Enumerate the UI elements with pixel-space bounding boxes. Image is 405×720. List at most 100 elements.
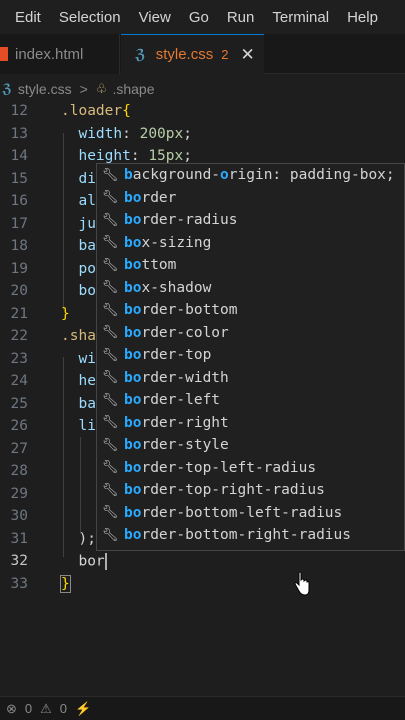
wrench-icon: 🔧︎ <box>101 257 119 273</box>
breadcrumb-file[interactable]: style.css <box>18 81 72 97</box>
match-text: bo <box>124 527 142 544</box>
suggestion-text: rder-radius <box>141 212 238 229</box>
tab-style-css[interactable]: ℨ style.css 2 ✕ <box>121 34 264 74</box>
menu-selection[interactable]: Selection <box>59 9 121 26</box>
wrench-icon: 🔧︎ <box>101 167 119 183</box>
match-text: b <box>124 167 133 184</box>
suggestion-item[interactable]: 🔧︎ bo ttom <box>97 254 404 277</box>
menu-edit[interactable]: Edit <box>15 9 41 26</box>
html-file-icon <box>0 47 8 61</box>
code-line: 33} <box>0 573 405 596</box>
suggestion-item[interactable]: 🔧︎ bo rder-top-right-radius <box>97 479 404 502</box>
menu-go[interactable]: Go <box>189 9 209 26</box>
text-cursor <box>104 552 107 570</box>
suggestion-item[interactable]: 🔧︎ bo rder-color <box>97 322 404 345</box>
autocomplete-suggestions[interactable]: 🔧︎ b ackground-o rigin: padding-box; 🔧︎ bo rd… <box>96 163 405 551</box>
breadcrumb-symbol[interactable]: .shape <box>112 81 154 97</box>
wrench-icon: 🔧︎ <box>101 190 119 206</box>
match-text: bo <box>124 257 142 274</box>
number: 15 <box>148 148 166 165</box>
match-text: bo <box>124 279 142 296</box>
match-text: bo <box>124 392 142 409</box>
suggestion-item[interactable]: 🔧︎ bo rder-bottom-left-radius <box>97 502 404 525</box>
suggestion-item[interactable]: 🔧︎ bo rder-bottom-right-radius <box>97 524 404 547</box>
line-number: 31 <box>10 530 28 547</box>
wrench-icon: 🔧︎ <box>101 392 119 408</box>
suggestion-text: rder-style <box>141 437 229 454</box>
property: po <box>78 260 96 277</box>
property: width <box>78 125 123 142</box>
number: 200 <box>139 125 166 142</box>
line-number: 16 <box>10 193 28 210</box>
match-text: bo <box>124 212 142 229</box>
menu-help[interactable]: Help <box>347 9 378 26</box>
line-number: 20 <box>10 283 28 300</box>
suggestion-text: rder <box>141 189 177 206</box>
menu-view[interactable]: View <box>139 9 171 26</box>
menu-run[interactable]: Run <box>227 9 255 26</box>
suggestion-text: rder-top-left-radius <box>141 459 317 476</box>
property: al <box>78 193 96 210</box>
line-number: 30 <box>10 508 28 525</box>
suggestion-item[interactable]: 🔧︎ bo rder-style <box>97 434 404 457</box>
property: di <box>78 170 96 187</box>
line-number: 12 <box>10 103 28 120</box>
menu-terminal[interactable]: Terminal <box>272 9 329 26</box>
code-line: 13 width: 200px; <box>0 123 405 146</box>
suggestion-text: rder-left <box>141 392 221 409</box>
warning-count[interactable]: 0 <box>60 701 67 716</box>
suggestion-item[interactable]: 🔧︎ bo rder <box>97 187 404 210</box>
line-number: 14 <box>10 148 28 165</box>
wrench-icon: 🔧︎ <box>101 347 119 363</box>
suggestion-item[interactable]: 🔧︎ bo rder-top <box>97 344 404 367</box>
code-line-active: 32 bor <box>0 550 405 573</box>
match-text: bo <box>124 459 142 476</box>
suggestion-item[interactable]: 🔧︎ bo rder-left <box>97 389 404 412</box>
suggestion-item[interactable]: 🔧︎ bo rder-bottom <box>97 299 404 322</box>
error-count[interactable]: 0 <box>25 701 32 716</box>
unit: px <box>165 148 184 165</box>
unit: px <box>165 125 184 142</box>
line-number: 29 <box>10 485 28 502</box>
selector: .loader <box>61 103 123 120</box>
suggestion-text: rder-color <box>141 324 229 341</box>
suggestion-item[interactable]: 🔧︎ b ackground-o rigin: padding-box; <box>97 164 404 187</box>
css-file-icon: ℨ <box>2 81 12 97</box>
selector-icon: ♧ <box>95 81 108 96</box>
suggestion-item[interactable]: 🔧︎ bo rder-width <box>97 367 404 390</box>
line-number: 13 <box>10 125 28 142</box>
close-icon[interactable]: ✕ <box>240 45 254 65</box>
suggestion-text: rder-top <box>141 347 212 364</box>
line-number: 25 <box>10 395 28 412</box>
match-text: bo <box>124 324 142 341</box>
line-number: 23 <box>10 350 28 367</box>
suggestion-item[interactable]: 🔧︎ bo rder-top-left-radius <box>97 457 404 480</box>
menu-bar: Edit Selection View Go Run Terminal Help <box>0 0 405 34</box>
port-icon[interactable]: ⚡ <box>75 701 91 717</box>
tab-index-html[interactable]: index.html <box>0 34 120 74</box>
typed-text: bor <box>78 553 105 570</box>
code-line: 12 .loader{ <box>0 100 405 123</box>
error-icon[interactable]: ⊗ <box>6 701 17 717</box>
suggestion-text: rder-top-right-radius <box>141 482 325 499</box>
hand-pointer-icon <box>294 572 310 596</box>
line-number: 19 <box>10 260 28 277</box>
status-bar: ⊗ 0 ⚠ 0 ⚡ <box>0 696 405 720</box>
line-number: 33 <box>10 575 28 592</box>
property: wi <box>78 350 96 367</box>
wrench-icon: 🔧︎ <box>101 325 119 341</box>
suggestion-item[interactable]: 🔧︎ bo rder-right <box>97 412 404 435</box>
property: ba <box>78 238 96 255</box>
suggestion-item[interactable]: 🔧︎ bo x-sizing <box>97 232 404 255</box>
property: li <box>78 418 96 435</box>
wrench-icon: 🔧︎ <box>101 235 119 251</box>
match-text: bo <box>124 234 142 251</box>
warning-icon[interactable]: ⚠ <box>40 701 52 717</box>
suggestion-item[interactable]: 🔧︎ bo x-shadow <box>97 277 404 300</box>
suggestion-item[interactable]: 🔧︎ bo rder-radius <box>97 209 404 232</box>
tab-label: index.html <box>15 45 84 63</box>
wrench-icon: 🔧︎ <box>101 280 119 296</box>
property: ju <box>78 215 96 232</box>
wrench-icon: 🔧︎ <box>101 415 119 431</box>
wrench-icon: 🔧︎ <box>101 482 119 498</box>
